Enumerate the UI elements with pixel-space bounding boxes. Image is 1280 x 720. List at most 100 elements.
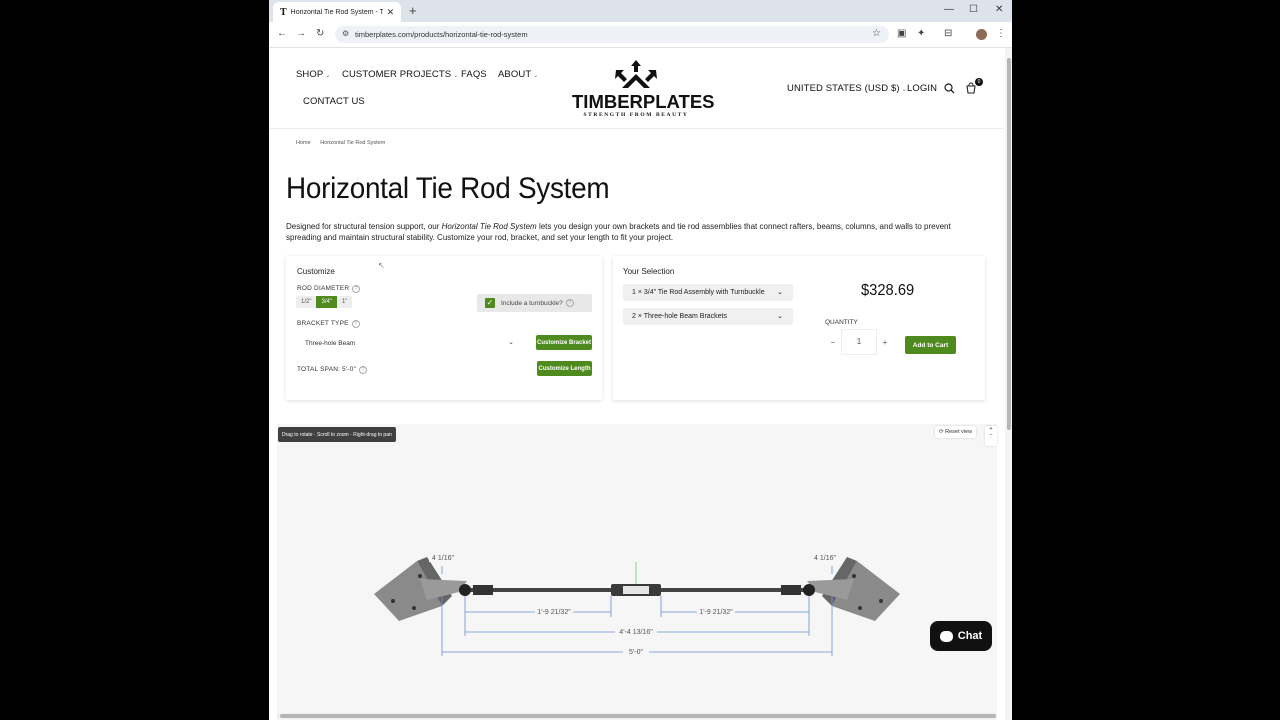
minimize-icon[interactable]: — <box>944 4 954 15</box>
nav-shop[interactable]: SHOP ⌄ <box>296 69 330 80</box>
dimension-labels: 4 1/16" 4 1/16" 1'-9 21/32" 1'-9 21/32" … <box>429 552 839 657</box>
breadcrumb-home[interactable]: Home <box>296 140 311 146</box>
new-tab-icon[interactable]: + <box>409 3 417 18</box>
help-icon[interactable]: ? <box>359 366 368 374</box>
tab-title: Horizontal Tie Rod System - Ti <box>290 8 383 16</box>
search-icon[interactable] <box>944 83 955 94</box>
cart-count-badge: 0 <box>975 78 983 86</box>
bookmark-star-icon[interactable]: ☆ <box>872 28 881 39</box>
add-to-cart-button[interactable]: Add to Cart <box>905 336 956 354</box>
zoom-out-button[interactable]: − <box>985 432 997 438</box>
nav-contact[interactable]: CONTACT US <box>303 96 365 107</box>
checkbox-checked-icon[interactable]: ✓ <box>485 298 495 308</box>
back-icon[interactable]: ← <box>277 28 287 39</box>
chevron-down-icon: ⌄ <box>777 313 783 320</box>
dim-total: 5'-0" <box>629 649 643 656</box>
help-icon[interactable]: ? <box>352 285 361 293</box>
bracket-type-value: Three-hole Beam <box>305 339 356 347</box>
selection-item-rod[interactable]: 1 × 3/4" Tie Rod Assembly with Turnbuckl… <box>623 284 793 301</box>
browser-tab[interactable]: T Horizontal Tie Rod System - Ti ✕ <box>273 2 401 22</box>
bracket-type-text: BRACKET TYPE <box>297 320 349 327</box>
right-bracket-shape <box>807 557 900 621</box>
header-divider <box>269 128 1004 129</box>
help-icon[interactable]: ? <box>351 320 360 328</box>
dim-right-segment: 1'-9 21/32" <box>699 609 733 616</box>
page: SHOP ⌄ CUSTOMER PROJECTS ⌄ FAQS ABOUT ⌄ CON… <box>269 48 1012 720</box>
customize-bracket-button[interactable]: Customize Bracket <box>536 335 592 350</box>
window-close-icon[interactable]: ✕ <box>995 4 1003 15</box>
nav-customer-projects-label: CUSTOMER PROJECTS <box>342 69 452 80</box>
price: $328.69 <box>861 282 915 299</box>
login-link[interactable]: LOGIN <box>907 83 937 94</box>
vertical-scrollbar[interactable] <box>1005 48 1012 720</box>
url-text: timberplates.com/products/horizontal-tie… <box>355 30 528 39</box>
forward-icon[interactable]: → <box>296 28 306 39</box>
chat-bubble-icon <box>939 630 953 642</box>
scrollbar-thumb[interactable] <box>280 714 996 718</box>
desc-text-1: Designed for structural tension support,… <box>286 222 442 231</box>
dimension-lines <box>441 566 833 656</box>
chevron-down-icon: ⌄ <box>533 73 539 79</box>
close-icon[interactable]: ✕ <box>387 7 395 18</box>
dim-left-bracket: 4 1/16" <box>432 555 454 562</box>
selection-item-brackets[interactable]: 2 × Three-hole Beam Brackets ⌄ <box>623 308 793 325</box>
rod-diameter-text: ROD DIAMETER <box>297 285 350 292</box>
selection-card: Your Selection 1 × 3/4" Tie Rod Assembly… <box>613 256 985 400</box>
chat-label: Chat <box>957 630 983 642</box>
nav-shop-label: SHOP <box>296 69 324 80</box>
quantity-increment-button[interactable]: + <box>877 338 893 347</box>
maximize-icon[interactable]: ☐ <box>969 4 978 15</box>
selection-item-brackets-label: 2 × Three-hole Beam Brackets <box>632 313 728 320</box>
nav-faqs[interactable]: FAQS <box>461 69 487 80</box>
chevron-down-icon: ⌄ <box>325 73 331 79</box>
rod-option-three-quarter[interactable]: 3/4" <box>316 296 337 308</box>
selection-title: Your Selection <box>623 267 675 276</box>
total-span-text: TOTAL SPAN: 5'-0" <box>297 366 357 373</box>
extensions-puzzle-icon[interactable]: ✦ <box>917 28 925 39</box>
left-bracket-shape <box>374 557 467 621</box>
extension-badge-icon[interactable]: ▣ <box>897 28 906 39</box>
product-3d-viewer[interactable]: 4 1/16" 4 1/16" 1'-9 21/32" 1'-9 21/32" … <box>277 424 997 720</box>
turnbuckle-label: Include a turnbuckle? <box>501 299 563 307</box>
mouse-cursor-icon: ↖ <box>378 261 385 270</box>
zoom-controls: + − <box>985 426 997 446</box>
profile-avatar[interactable] <box>976 29 987 40</box>
scrollbar-thumb[interactable] <box>1007 58 1011 430</box>
bracket-type-select[interactable]: Three-hole Beam ⌄ <box>296 336 514 350</box>
turnbuckle-toggle[interactable]: ✓ Include a turnbuckle?? <box>477 294 592 312</box>
site-info-icon[interactable]: ⚙ <box>342 29 349 38</box>
site-logo[interactable]: TIMBERPLATES STRENGTH FROM BEAUTY <box>572 58 715 118</box>
product-description: Designed for structural tension support,… <box>286 221 986 243</box>
rod-option-one[interactable]: 1" <box>337 296 352 308</box>
breadcrumb-current: Horizontal Tie Rod System <box>320 140 386 146</box>
browser-toolbar: ← → ↻ ⚙ timberplates.com/products/horizo… <box>269 22 1012 48</box>
horizontal-scrollbar[interactable] <box>277 713 997 719</box>
chat-button[interactable]: Chat <box>930 621 992 651</box>
side-panel-icon[interactable]: ⊟ <box>944 28 952 39</box>
rod-diameter-selector: 1/2" 3/4" 1" <box>296 296 353 308</box>
tie-rod-model[interactable]: 4 1/16" 4 1/16" 1'-9 21/32" 1'-9 21/32" … <box>277 424 997 720</box>
menu-kebab-icon[interactable]: ⋮ <box>996 28 1006 39</box>
quantity-label: QUANTITY <box>825 319 858 326</box>
rod-option-half[interactable]: 1/2" <box>296 296 316 308</box>
total-span-label: TOTAL SPAN: 5'-0"? <box>297 366 368 374</box>
rod-shape <box>459 562 815 596</box>
customize-title: Customize <box>297 267 335 276</box>
chevron-down-icon: ⌄ <box>453 73 459 79</box>
quantity-decrement-button[interactable]: − <box>825 338 841 347</box>
browser-window: T Horizontal Tie Rod System - Ti ✕ + — ☐… <box>269 0 1012 720</box>
help-icon[interactable]: ? <box>565 299 574 307</box>
address-bar[interactable]: ⚙ timberplates.com/products/horizontal-t… <box>335 26 889 43</box>
nav-about[interactable]: ABOUT ⌄ <box>498 69 538 80</box>
quantity-stepper: − 1 + <box>825 329 893 355</box>
customize-card: Customize ROD DIAMETER? 1/2" 3/4" 1" ✓ I… <box>286 256 602 400</box>
nav-customer-projects[interactable]: CUSTOMER PROJECTS ⌄ <box>342 69 458 80</box>
currency-label: UNITED STATES (USD $) <box>787 83 900 94</box>
customize-length-button[interactable]: Customize Length <box>537 361 592 376</box>
reset-view-button[interactable]: ⟳ Reset view <box>935 426 977 438</box>
viewer-hint: Drag to rotate · Scroll to zoom · Right-… <box>278 427 396 442</box>
page-title: Horizontal Tie Rod System <box>286 172 610 205</box>
currency-selector[interactable]: UNITED STATES (USD $) ⌄ <box>787 83 907 94</box>
quantity-input[interactable]: 1 <box>841 329 877 355</box>
reload-icon[interactable]: ↻ <box>316 28 324 39</box>
